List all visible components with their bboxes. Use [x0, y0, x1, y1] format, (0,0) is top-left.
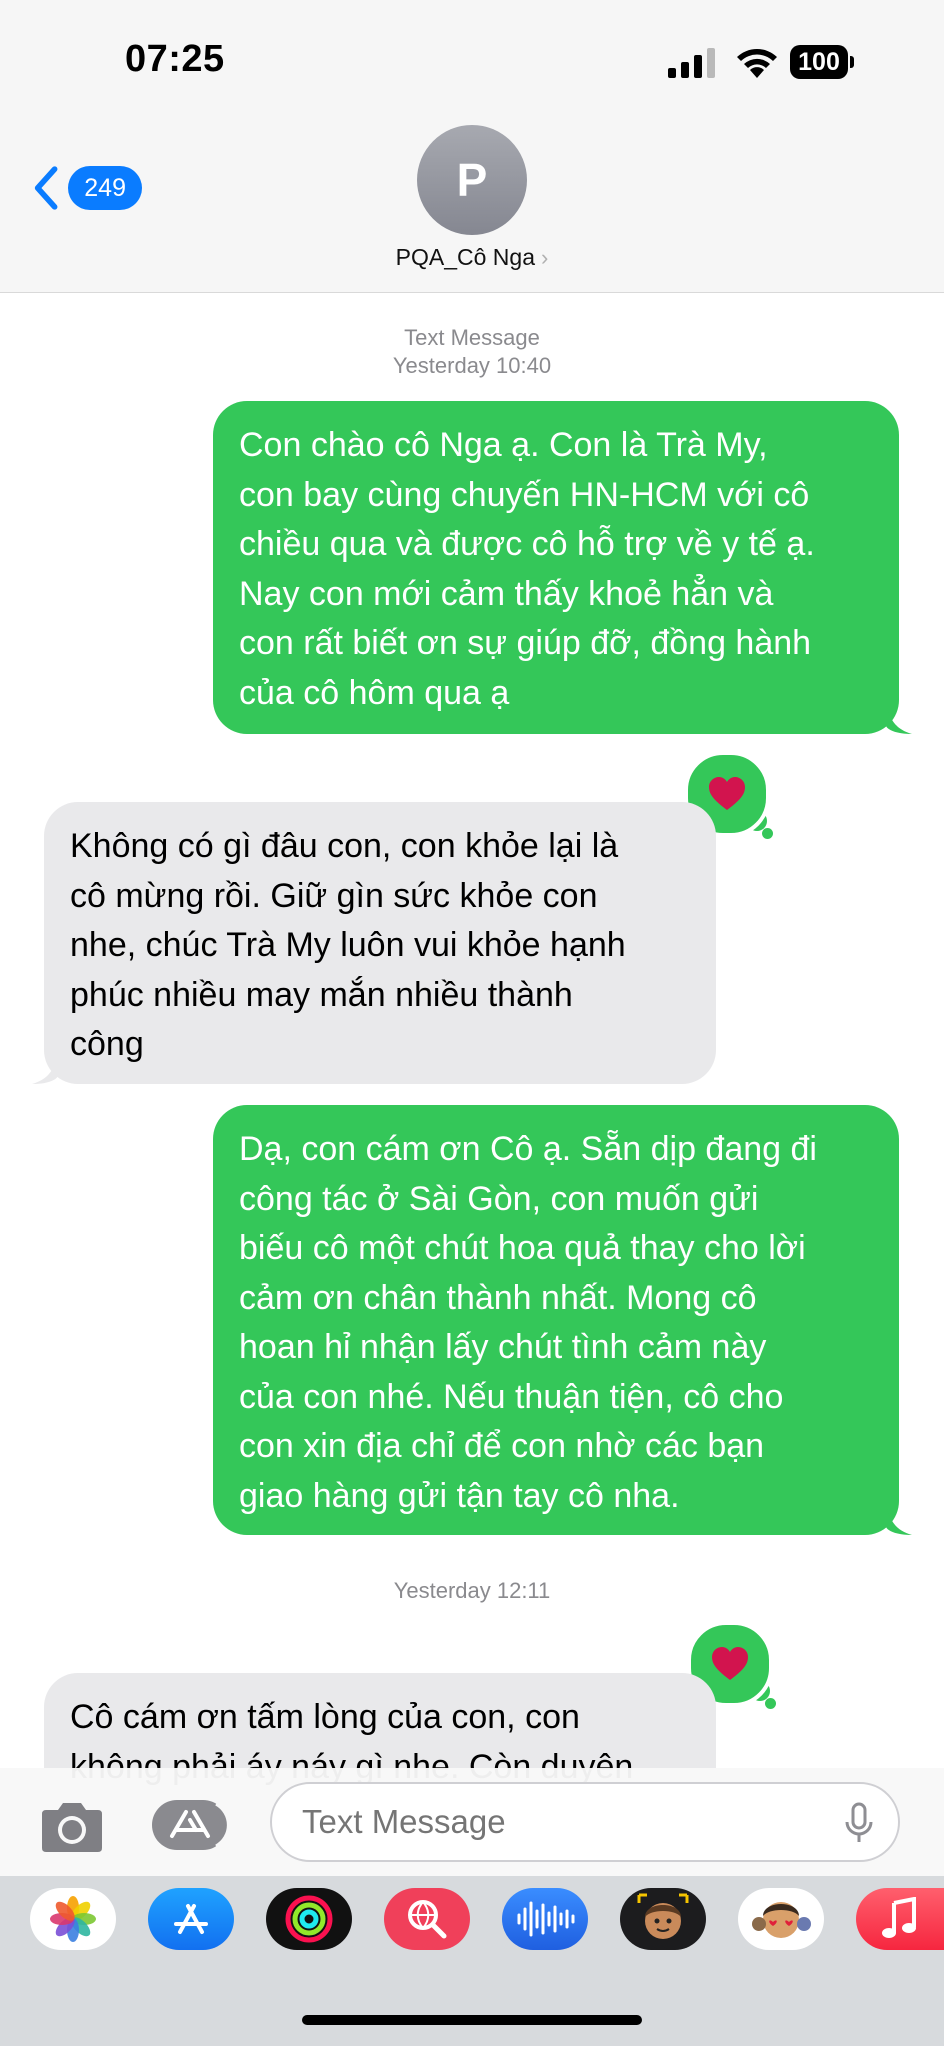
message-line: giao hàng gửi tận tay cô nha. [239, 1476, 680, 1515]
message-line: Không có gì đâu con, con khỏe lại là [70, 827, 619, 865]
message-line: công tác ở Sài Gòn, con muốn gửi [239, 1179, 759, 1218]
thread-header-timestamp: Text Message Yesterday 10:40 [0, 324, 944, 380]
message-line: công [70, 1025, 144, 1063]
message-input[interactable] [270, 1782, 900, 1862]
music-note-icon [882, 1897, 916, 1938]
message-line: cô mừng rồi. Giữ gìn sức khỏe con [70, 876, 598, 915]
chevron-right-icon: › [541, 245, 549, 270]
message-line: chiều qua và được cô hỗ trợ về y tế ạ. [239, 525, 815, 563]
service-label: Text Message [404, 325, 540, 350]
timestamp: Yesterday 10:40 [392, 353, 552, 378]
message-line: Dạ, con cám ơn Cô ạ. Sẵn dịp đang đi [239, 1130, 817, 1168]
activity-rings-icon [285, 1895, 333, 1943]
photos-flower-icon [50, 1896, 96, 1942]
audio-message-app-icon[interactable] [502, 1888, 588, 1950]
message-line: của con nhé. Nếu thuận tiện, cô cho [239, 1377, 784, 1416]
message-line: Nay con mới cảm thấy khoẻ hẳn và [239, 574, 774, 613]
message-line: nhe, chúc Trà My luôn vui khỏe hạnh [70, 926, 626, 964]
memoji-stickers-app-icon[interactable] [620, 1888, 706, 1950]
outgoing-message[interactable]: Dạ, con cám ơn Cô ạ. Sẵn dịp đang đi côn… [213, 1105, 899, 1535]
app-store-app-icon[interactable] [148, 1888, 234, 1950]
app-store-apps-icon[interactable] [150, 1798, 234, 1852]
message-line: con bay cùng chuyến HN-HCM với cô [239, 475, 810, 514]
bubble-tail [32, 1054, 58, 1084]
message-line: Con chào cô Nga ạ. Con là Trà My, [239, 426, 768, 464]
memoji-app-icon[interactable] [738, 1888, 824, 1950]
message-line: con xin địa chỉ để con nhờ các bạn [239, 1427, 765, 1465]
contact-name-button[interactable]: PQA_Cô Nga › [350, 244, 594, 271]
heart-icon [712, 1647, 748, 1680]
image-search-app-icon[interactable] [384, 1888, 470, 1950]
battery-icon: 100 [790, 45, 856, 79]
message-line: Cô cám ơn tấm lòng của con, con [70, 1698, 580, 1736]
message-line: hoan hỉ nhận lấy chút tình cảm này [239, 1328, 767, 1366]
contact-name: PQA_Cô Nga [395, 244, 536, 270]
timestamp: Yesterday 12:11 [393, 1578, 551, 1603]
message-line: phúc nhiều may mắn nhiều thành [70, 975, 573, 1014]
contact-avatar[interactable]: P [417, 125, 527, 235]
photos-app-icon[interactable] [30, 1888, 116, 1950]
globe-search-icon [408, 1900, 447, 1939]
microphone-icon[interactable] [844, 1802, 874, 1844]
app-store-glyph-icon [174, 1904, 208, 1934]
outgoing-message[interactable]: Con chào cô Nga ạ. Con là Trà My, con ba… [213, 401, 899, 734]
chevron-left-icon [34, 166, 58, 210]
message-line: biếu cô một chút hoa quả thay cho lời [239, 1229, 806, 1267]
message-line: cảm ơn chân thành nhất. Mong cô [239, 1278, 757, 1317]
bubble-tail [886, 1505, 912, 1535]
reaction-tail-dot [762, 828, 773, 839]
bubble-tail [886, 704, 912, 734]
message-line: con rất biết ơn sự giúp đỡ, đồng hành [239, 624, 812, 662]
waveform-icon [517, 1901, 575, 1937]
camera-icon[interactable] [38, 1800, 106, 1854]
message-line: của cô hôm qua ạ [239, 673, 510, 712]
cellular-signal-icon [668, 48, 715, 78]
reaction-tail-dot [765, 1698, 776, 1709]
unread-count-badge: 249 [68, 166, 142, 210]
heart-icon [709, 777, 745, 810]
memoji-face-icon [637, 1893, 689, 1939]
back-button[interactable]: 249 [32, 163, 142, 213]
battery-level: 100 [790, 45, 848, 79]
activity-app-icon[interactable] [266, 1888, 352, 1950]
home-indicator[interactable] [302, 2015, 642, 2025]
status-time: 07:25 [125, 38, 225, 80]
wifi-icon [737, 49, 777, 78]
music-app-icon[interactable] [856, 1888, 944, 1950]
memoji-heart-eyes-icon [752, 1902, 811, 1938]
incoming-message[interactable]: Không có gì đâu con, con khỏe lại là cô … [44, 802, 716, 1084]
